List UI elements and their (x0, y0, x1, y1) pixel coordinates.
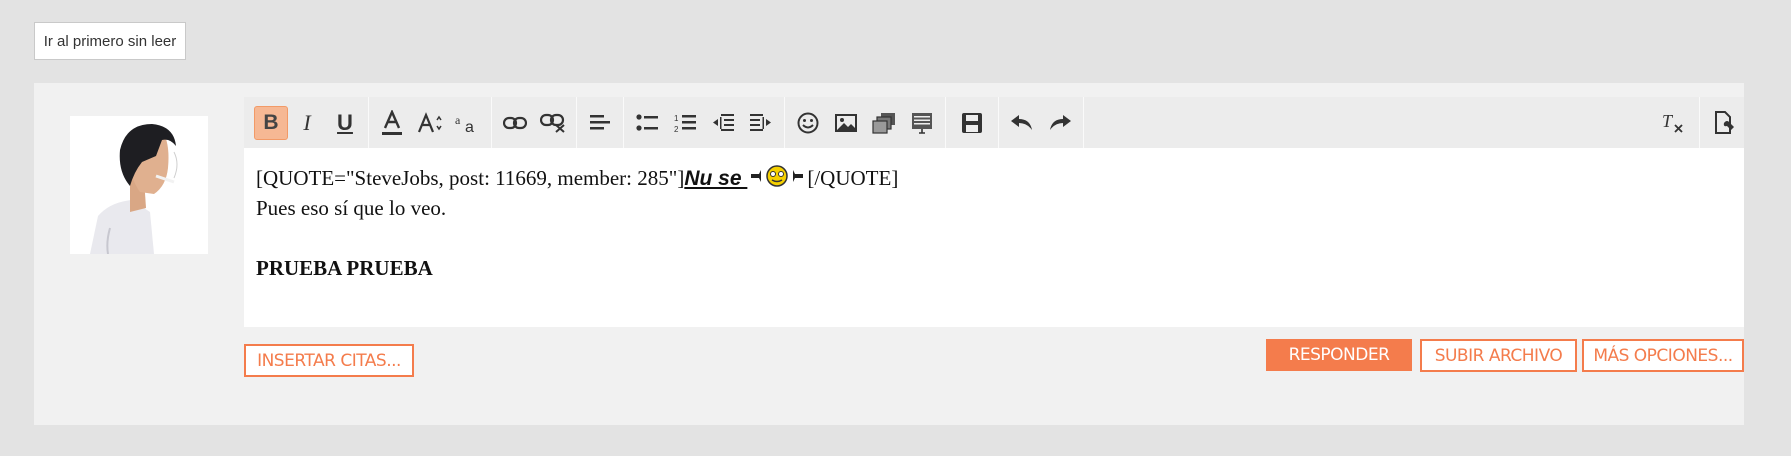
font-family-icon[interactable]: aa (449, 97, 487, 148)
toolbar-separator (1083, 97, 1084, 148)
image-icon[interactable] (827, 97, 865, 148)
first-unread-button[interactable]: Ir al primero sin leer (34, 22, 186, 60)
indent-icon[interactable] (742, 97, 780, 148)
remove-format-icon[interactable]: T (1651, 97, 1695, 148)
svg-text:1: 1 (674, 114, 679, 123)
link-icon[interactable] (496, 97, 534, 148)
smilie-icon[interactable] (789, 97, 827, 148)
text-color-icon[interactable] (373, 97, 411, 148)
upload-file-button[interactable]: SUBIR ARCHIVO (1420, 339, 1577, 372)
text-line: Pues eso sí que lo veo. (256, 196, 447, 220)
media-icon[interactable] (865, 97, 903, 148)
italic-icon[interactable]: I (288, 97, 326, 148)
align-icon[interactable] (581, 97, 619, 148)
toolbar-separator (576, 97, 577, 148)
numbered-list-icon[interactable]: 12 (666, 97, 704, 148)
svg-text:a: a (465, 119, 474, 134)
editor-toolbar: B I U aa 12 T (244, 97, 1744, 148)
empty-line (256, 223, 1734, 253)
toggle-bbcode-icon[interactable] (1704, 97, 1744, 148)
save-draft-icon[interactable] (950, 97, 994, 148)
underline-icon[interactable]: U (326, 97, 364, 148)
message-editor[interactable]: B I U aa 12 T [QUOTE="SteveJobs, post: 1… (244, 97, 1744, 327)
quote-line: [QUOTE="SteveJobs, post: 11669, member: … (256, 163, 1734, 193)
quote-suffix: [/QUOTE] (807, 166, 899, 190)
avatar[interactable] (70, 116, 208, 254)
smilie-icon (749, 164, 805, 196)
insert-quotes-button[interactable]: INSERTAR CITAS... (244, 344, 414, 377)
toolbar-separator (368, 97, 369, 148)
redo-icon[interactable] (1041, 97, 1079, 148)
toolbar-separator (998, 97, 999, 148)
bold-icon[interactable]: B (254, 105, 288, 140)
toolbar-separator (945, 97, 946, 148)
insert-icon[interactable] (903, 97, 941, 148)
outdent-icon[interactable] (704, 97, 742, 148)
reply-button[interactable]: RESPONDER (1266, 339, 1412, 371)
toolbar-separator (623, 97, 624, 148)
svg-text:T: T (1662, 112, 1674, 131)
quote-text: Nu se (684, 167, 748, 190)
undo-icon[interactable] (1003, 97, 1041, 148)
unlink-icon[interactable] (534, 97, 572, 148)
svg-text:2: 2 (674, 125, 679, 133)
bullet-list-icon[interactable] (628, 97, 666, 148)
toolbar-separator (1699, 97, 1700, 148)
quote-prefix: [QUOTE="SteveJobs, post: 11669, member: … (256, 166, 685, 190)
editor-content[interactable]: [QUOTE="SteveJobs, post: 11669, member: … (256, 163, 1734, 283)
text-line-bold: PRUEBA PRUEBA (256, 256, 433, 280)
toolbar-separator (491, 97, 492, 148)
toolbar-separator (784, 97, 785, 148)
more-options-button[interactable]: MÁS OPCIONES... (1582, 339, 1744, 372)
font-size-icon[interactable] (411, 97, 449, 148)
svg-text:a: a (455, 113, 461, 127)
